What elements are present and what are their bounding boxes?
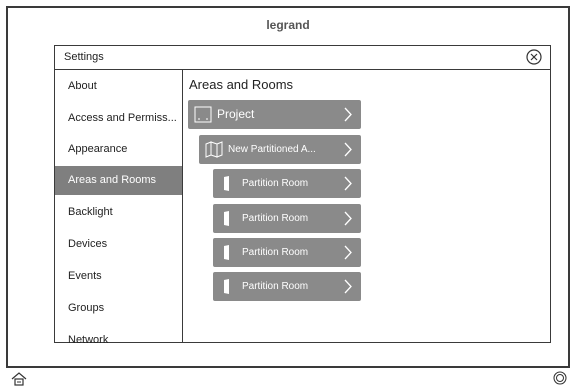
sidebar-item-events[interactable]: Events bbox=[55, 262, 182, 291]
partitioned-area-icon bbox=[205, 141, 223, 158]
sidebar-item-network[interactable]: Network bbox=[55, 326, 182, 343]
tree-node-label: Partition Room bbox=[242, 178, 309, 189]
sidebar-item-backlight[interactable]: Backlight bbox=[55, 198, 182, 227]
partition-room-icon bbox=[224, 211, 229, 226]
sidebar-item-devices[interactable]: Devices bbox=[55, 230, 182, 259]
sidebar-item-access-and-permissions[interactable]: Access and Permiss... bbox=[55, 104, 182, 133]
home-icon bbox=[11, 372, 27, 386]
areas-and-rooms-panel: Areas and Rooms Project New Partitioned … bbox=[183, 70, 550, 343]
partition-room-icon bbox=[224, 245, 229, 260]
settings-sidebar: About Access and Permiss... Appearance A… bbox=[55, 70, 183, 343]
chevron-right-icon bbox=[344, 107, 352, 122]
power-button[interactable] bbox=[553, 371, 567, 385]
chevron-right-icon bbox=[344, 245, 352, 260]
project-icon bbox=[194, 106, 212, 123]
tree-node-label: Partition Room bbox=[242, 247, 309, 258]
brand-logo: legrand bbox=[266, 18, 310, 32]
tree-node-project[interactable]: Project bbox=[188, 100, 361, 129]
chevron-right-icon bbox=[344, 176, 352, 191]
home-button[interactable] bbox=[11, 372, 27, 386]
tree-node-label: Partition Room bbox=[242, 281, 309, 292]
tree-node-label: Project bbox=[217, 107, 255, 121]
settings-dialog: Settings About Access and Permiss... App… bbox=[54, 45, 551, 343]
power-icon bbox=[553, 371, 567, 385]
dialog-header: Settings bbox=[55, 46, 550, 70]
tree-node-label: Partition Room bbox=[242, 213, 309, 224]
close-button[interactable] bbox=[526, 49, 542, 65]
chevron-right-icon bbox=[344, 142, 352, 157]
tree-node-partition-room[interactable]: Partition Room bbox=[213, 238, 361, 267]
tree-node-partition-room[interactable]: Partition Room bbox=[213, 272, 361, 301]
tree-node-partition-room[interactable]: Partition Room bbox=[213, 169, 361, 198]
tree-node-partition-room[interactable]: Partition Room bbox=[213, 204, 361, 233]
sidebar-item-about[interactable]: About bbox=[55, 72, 182, 101]
sidebar-item-appearance[interactable]: Appearance bbox=[55, 135, 182, 164]
tree-node-partitioned-area[interactable]: New Partitioned A... bbox=[199, 135, 361, 164]
partition-room-icon bbox=[224, 176, 229, 191]
sidebar-item-areas-and-rooms[interactable]: Areas and Rooms bbox=[55, 166, 182, 195]
device-frame: legrand Settings About Access and Permis… bbox=[6, 6, 570, 368]
chevron-right-icon bbox=[344, 211, 352, 226]
chevron-right-icon bbox=[344, 279, 352, 294]
dialog-title: Settings bbox=[64, 51, 104, 63]
sidebar-item-groups[interactable]: Groups bbox=[55, 294, 182, 323]
close-icon bbox=[526, 49, 542, 65]
partition-room-icon bbox=[224, 279, 229, 294]
page-title: Areas and Rooms bbox=[189, 77, 294, 92]
tree-node-label: New Partitioned A... bbox=[228, 144, 316, 155]
